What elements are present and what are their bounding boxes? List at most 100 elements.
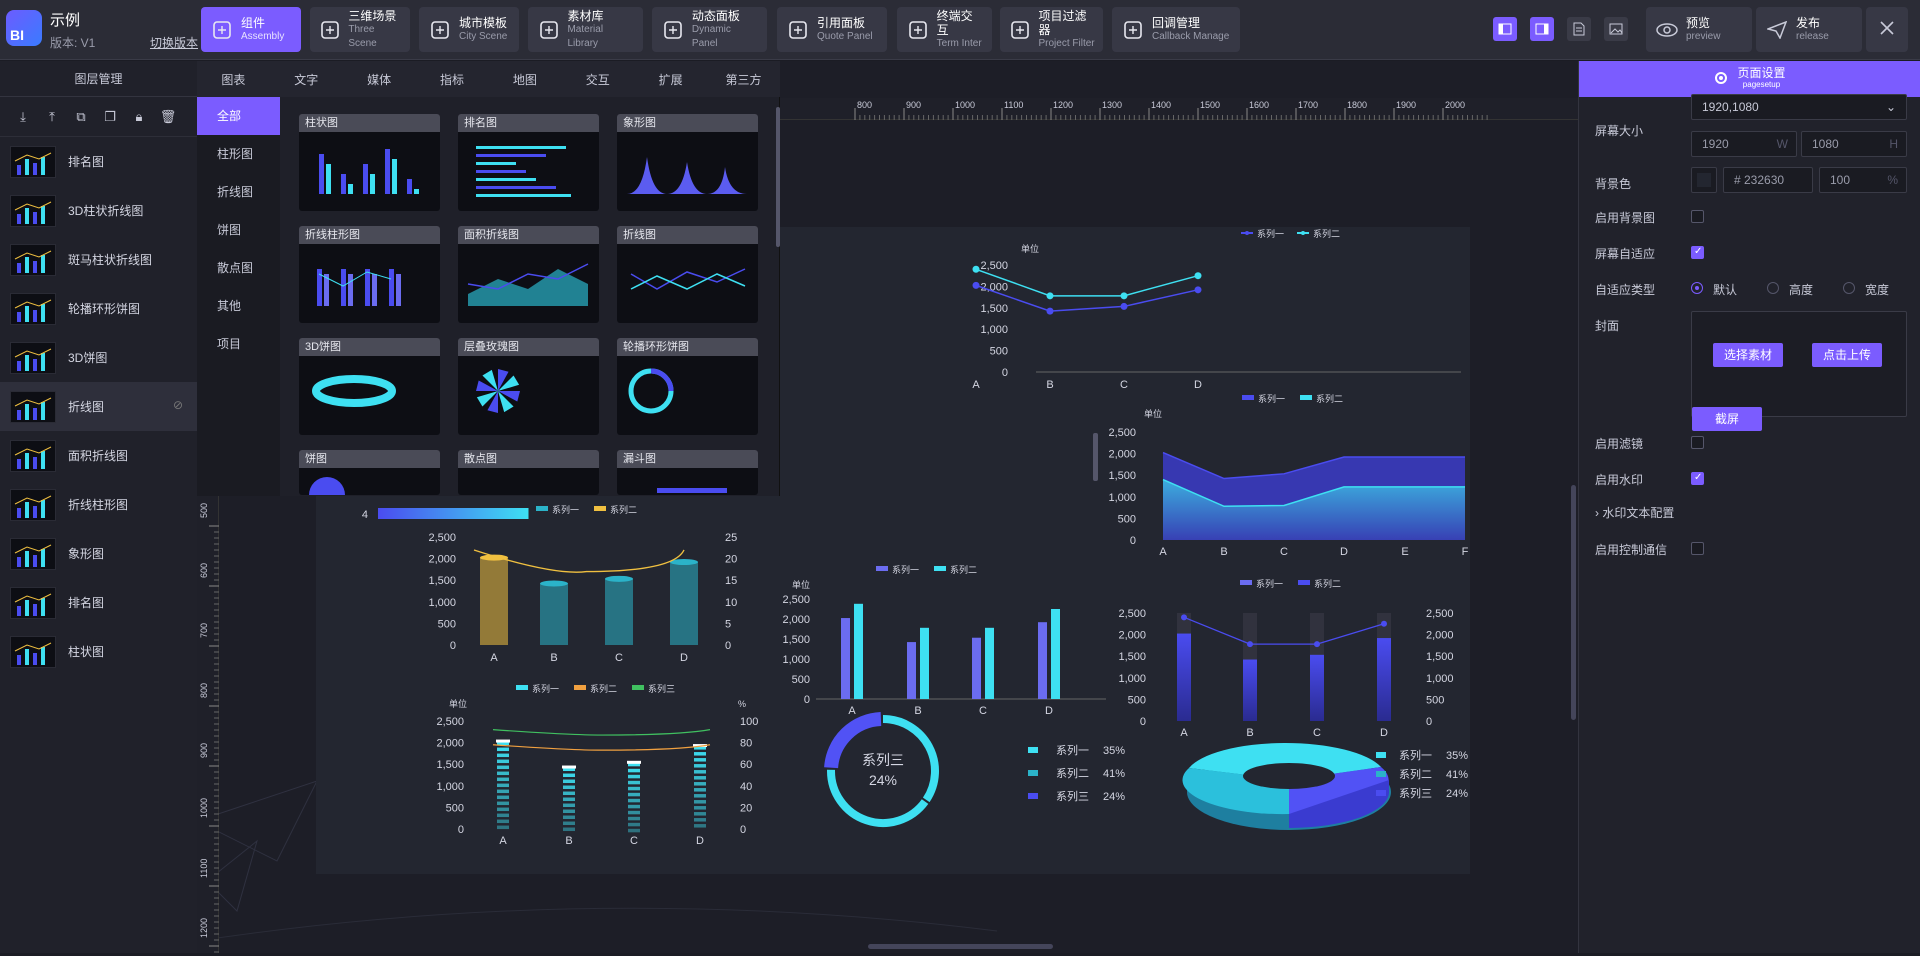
watermark-checkbox[interactable] <box>1691 472 1704 485</box>
component-card[interactable]: 层叠玫瑰图 <box>458 338 599 435</box>
layer-item[interactable]: 象形图 <box>0 529 197 578</box>
layer-item[interactable]: 斑马柱状折线图 <box>0 235 197 284</box>
component-subcategory[interactable]: 散点图 <box>197 249 280 287</box>
adapt-radio-default[interactable] <box>1691 282 1703 294</box>
publish-label: 发布 <box>1796 15 1821 30</box>
adapt-radio-width[interactable] <box>1843 282 1855 294</box>
ungroup-icon[interactable]: ❐ <box>101 108 119 126</box>
switch-version-link[interactable]: 切换版本 <box>150 34 198 51</box>
component-tab[interactable]: 指标 <box>416 71 489 88</box>
component-card[interactable]: 排名图 <box>458 114 599 211</box>
component-scrollbar[interactable] <box>776 107 780 247</box>
component-tab[interactable]: 图表 <box>197 71 270 88</box>
opacity-unit: % <box>1887 173 1898 187</box>
component-subcategory[interactable]: 柱形图 <box>197 135 280 173</box>
lock-icon[interactable]: 🔒︎ <box>130 108 148 126</box>
layer-item[interactable]: 3D柱状折线图 <box>0 186 197 235</box>
toolbar-dynamic-panel-button[interactable]: 动态面板 Dynamic Panel <box>652 7 767 52</box>
layer-name: 斑马柱状折线图 <box>68 253 153 267</box>
toolbar-city-scene-button[interactable]: 城市模板 City Scene <box>419 7 519 52</box>
width-input[interactable]: 1920 W <box>1691 131 1797 157</box>
toolbar-quote-panel-button[interactable]: 引用面板 Quote Panel <box>777 7 887 52</box>
component-subcategory[interactable]: 其他 <box>197 287 280 325</box>
component-subcategory[interactable]: 全部 <box>197 97 280 135</box>
page-settings-title: 页面设置 <box>1737 66 1786 80</box>
toolbar-callback-manage-button[interactable]: 回调管理 Callback Manage <box>1112 7 1240 52</box>
layer-item[interactable]: 排名图 <box>0 578 197 627</box>
layer-item[interactable]: 柱状图 <box>0 627 197 676</box>
component-card[interactable]: 散点图 <box>458 450 599 495</box>
resize-handle[interactable] <box>1093 433 1098 481</box>
app-version: 版本: V1 <box>50 36 96 50</box>
svg-text:A: A <box>848 705 856 717</box>
bg-color-swatch[interactable] <box>1691 167 1717 193</box>
move-up-icon[interactable]: ⤒ <box>43 108 61 126</box>
component-card[interactable]: 3D饼图 <box>299 338 440 435</box>
watermark-config-toggle[interactable]: › 水印文本配置 <box>1595 504 1674 521</box>
component-card-title: 柱状图 <box>299 114 440 132</box>
toolbar-project-filter-button[interactable]: 项目过滤器 Project Filter <box>1000 7 1103 52</box>
layer-item[interactable]: 排名图 <box>0 137 197 186</box>
component-tab[interactable]: 地图 <box>489 71 562 88</box>
component-card[interactable]: 柱状图 <box>299 114 440 211</box>
toggle-right-panel-button[interactable] <box>1530 17 1554 41</box>
layer-item[interactable]: 折线柱形图 <box>0 480 197 529</box>
svg-text:C: C <box>1120 379 1128 391</box>
canvas-horizontal-scrollbar[interactable] <box>868 944 1053 949</box>
component-tab[interactable]: 媒体 <box>343 71 416 88</box>
bg-color-input[interactable]: # 232630 <box>1723 167 1813 193</box>
toolbar-assembly-button[interactable]: 组件 Assembly <box>201 7 301 52</box>
delete-icon[interactable]: 🗑︎ <box>159 108 177 126</box>
component-card[interactable]: 漏斗图 <box>617 450 758 495</box>
upload-button[interactable]: 点击上传 <box>1812 343 1882 367</box>
component-card[interactable]: 轮播环形饼图 <box>617 338 758 435</box>
component-subcategory[interactable]: 折线图 <box>197 173 280 211</box>
toolbar-term-inter-button[interactable]: 终端交互 Term Inter <box>897 7 992 52</box>
svg-text:500: 500 <box>792 674 810 686</box>
layer-item[interactable]: 轮播环形饼图 <box>0 284 197 333</box>
preview-button[interactable]: 预览 preview <box>1646 7 1752 52</box>
svg-text:10: 10 <box>725 597 737 609</box>
component-tab[interactable]: 第三方 <box>707 71 780 88</box>
toggle-left-panel-button[interactable] <box>1493 17 1517 41</box>
select-material-button[interactable]: 选择素材 <box>1713 343 1783 367</box>
component-card[interactable]: 面积折线图 <box>458 226 599 323</box>
component-tab[interactable]: 文字 <box>270 71 343 88</box>
eye-off-icon[interactable]: ⊘ <box>173 398 183 412</box>
group-icon[interactable]: ⧉ <box>72 108 90 126</box>
adapt-radio-height[interactable] <box>1767 282 1779 294</box>
height-input[interactable]: 1080 H <box>1801 131 1907 157</box>
control-checkbox[interactable] <box>1691 542 1704 555</box>
opacity-input[interactable]: 100 % <box>1819 167 1907 193</box>
document-icon[interactable] <box>1567 17 1591 41</box>
component-card-preview <box>458 468 599 547</box>
image-icon[interactable] <box>1604 17 1628 41</box>
svg-text:20: 20 <box>725 554 737 566</box>
screen-size-select[interactable]: 1920,1080 ⌄ <box>1691 94 1907 120</box>
component-subcategory[interactable]: 饼图 <box>197 211 280 249</box>
toolbar-material-library-button[interactable]: 素材库 Material Library <box>528 7 643 52</box>
component-card[interactable]: 象形图 <box>617 114 758 211</box>
screenshot-button[interactable]: 截屏 <box>1692 407 1762 431</box>
svg-text:1900: 1900 <box>1396 100 1416 110</box>
layer-item[interactable]: 折线图 ⊘ <box>0 382 197 431</box>
bg-image-checkbox[interactable] <box>1691 210 1704 223</box>
component-card[interactable]: 折线图 <box>617 226 758 323</box>
component-tab[interactable]: 交互 <box>561 71 634 88</box>
layer-item[interactable]: 3D饼图 <box>0 333 197 382</box>
page-settings-tab[interactable]: 页面设置 pagesetup <box>1579 61 1920 97</box>
adapt-checkbox[interactable] <box>1691 246 1704 259</box>
component-card[interactable]: 折线柱形图 <box>299 226 440 323</box>
component-subcategory[interactable]: 项目 <box>197 325 280 363</box>
close-button[interactable] <box>1866 7 1908 52</box>
canvas-vertical-scrollbar[interactable] <box>1571 485 1576 720</box>
move-down-icon[interactable]: ⤓ <box>14 108 32 126</box>
svg-text:C: C <box>1313 727 1321 739</box>
component-card-title: 散点图 <box>458 450 599 468</box>
publish-button[interactable]: 发布 release <box>1756 7 1862 52</box>
component-card[interactable]: 饼图 <box>299 450 440 495</box>
filter-checkbox[interactable] <box>1691 436 1704 449</box>
toolbar-three-scene-button[interactable]: 三维场景 Three Scene <box>310 7 410 52</box>
component-tab[interactable]: 扩展 <box>634 71 707 88</box>
layer-item[interactable]: 面积折线图 <box>0 431 197 480</box>
